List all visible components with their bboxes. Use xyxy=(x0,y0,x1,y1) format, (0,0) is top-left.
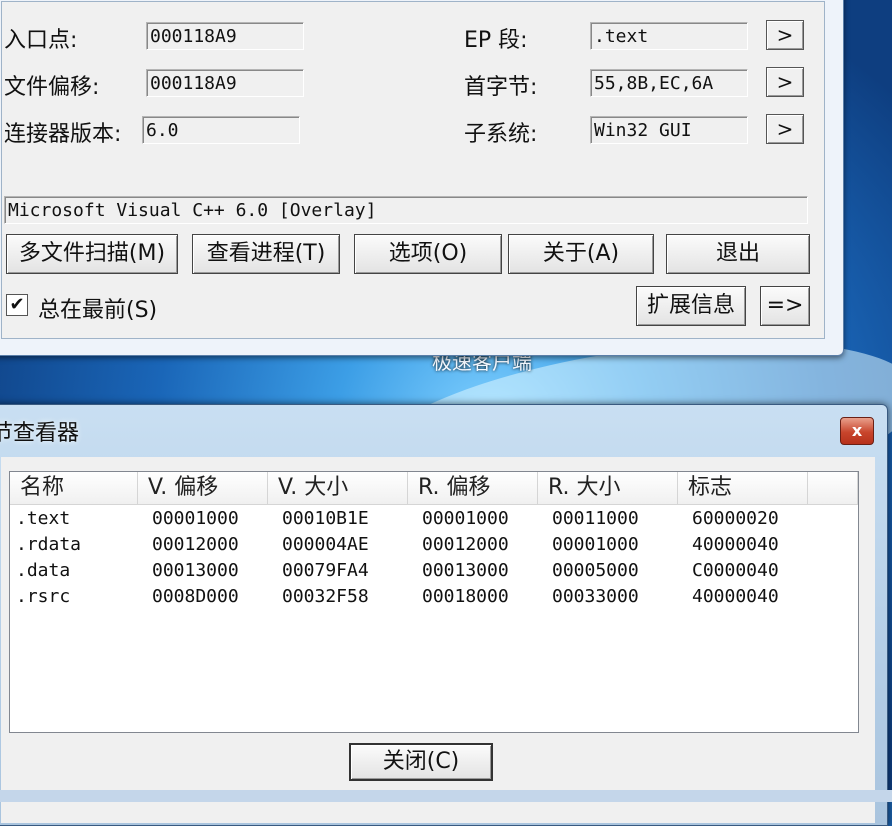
table-cell: 40000040 xyxy=(692,586,779,607)
linker-version-label: 连接器版本: xyxy=(4,122,122,147)
table-row[interactable]: .rsrc 0008D000 00032F58 00018000 0003300… xyxy=(10,584,858,610)
section-list-header: 名称 V. 偏移 V. 大小 R. 偏移 R. 大小 标志 xyxy=(10,472,858,505)
column-header-name[interactable]: 名称 xyxy=(10,472,138,504)
column-header-v-offset[interactable]: V. 偏移 xyxy=(138,472,268,504)
table-cell: 00001000 xyxy=(422,508,509,529)
table-row[interactable]: .data 00013000 00079FA4 00013000 0000500… xyxy=(10,558,858,584)
extended-info-button[interactable]: 扩展信息 xyxy=(636,286,746,326)
main-window: 入口点: 000118A9 文件偏移: 000118A9 连接器版本: 6.0 … xyxy=(0,0,844,356)
table-cell: .rdata xyxy=(16,534,82,555)
section-list[interactable]: 名称 V. 偏移 V. 大小 R. 偏移 R. 大小 标志 .text 0000… xyxy=(9,471,859,733)
column-header-v-size[interactable]: V. 大小 xyxy=(268,472,408,504)
table-cell: 00005000 xyxy=(552,560,639,581)
always-on-top-checkbox[interactable]: ✔ xyxy=(6,294,28,316)
table-cell: 00032F58 xyxy=(282,586,369,607)
table-row[interactable]: .rdata 00012000 000004AE 00012000 000010… xyxy=(10,532,858,558)
table-cell: 000004AE xyxy=(282,534,369,555)
column-header-filler xyxy=(808,472,858,504)
section-viewer-client: 名称 V. 偏移 V. 大小 R. 偏移 R. 大小 标志 .text 0000… xyxy=(1,457,875,823)
table-cell: 00018000 xyxy=(422,586,509,607)
ep-section-label: EP 段: xyxy=(464,28,528,53)
linker-version-field[interactable]: 6.0 xyxy=(142,116,300,144)
table-cell: 00011000 xyxy=(552,508,639,529)
table-cell: C0000040 xyxy=(692,560,779,581)
ep-section-arrow-button[interactable]: > xyxy=(766,20,804,50)
table-cell: 00013000 xyxy=(422,560,509,581)
column-header-r-size[interactable]: R. 大小 xyxy=(538,472,678,504)
file-offset-field[interactable]: 000118A9 xyxy=(146,69,304,97)
table-cell: 00001000 xyxy=(152,508,239,529)
column-header-r-offset[interactable]: R. 偏移 xyxy=(408,472,538,504)
table-cell: 40000040 xyxy=(692,534,779,555)
window-close-icon[interactable]: x xyxy=(840,417,874,445)
table-cell: 60000020 xyxy=(692,508,779,529)
table-cell: 00033000 xyxy=(552,586,639,607)
subsystem-arrow-button[interactable]: > xyxy=(766,114,804,144)
table-cell: 00010B1E xyxy=(282,508,369,529)
exit-button[interactable]: 退出 xyxy=(666,234,810,274)
detection-result-field[interactable]: Microsoft Visual C++ 6.0 [Overlay] xyxy=(4,196,808,224)
subsystem-label: 子系统: xyxy=(464,122,538,147)
table-cell: 00001000 xyxy=(552,534,639,555)
entry-point-field[interactable]: 000118A9 xyxy=(146,22,304,50)
always-on-top-label: 总在最前(S) xyxy=(38,298,158,323)
main-client-area: 入口点: 000118A9 文件偏移: 000118A9 连接器版本: 6.0 … xyxy=(1,1,825,339)
multi-file-scan-button[interactable]: 多文件扫描(M) xyxy=(6,234,178,274)
view-process-button[interactable]: 查看进程(T) xyxy=(192,234,340,274)
file-offset-label: 文件偏移: xyxy=(4,75,100,100)
table-cell: .text xyxy=(16,508,71,529)
section-viewer-title: 节查看器 xyxy=(0,421,80,446)
table-cell: 00012000 xyxy=(422,534,509,555)
table-cell: .data xyxy=(16,560,71,581)
entry-point-label: 入口点: xyxy=(4,28,78,53)
subsystem-field[interactable]: Win32 GUI xyxy=(590,116,748,144)
table-row[interactable]: .text 00001000 00010B1E 00001000 0001100… xyxy=(10,506,858,532)
table-cell: 00079FA4 xyxy=(282,560,369,581)
table-cell: 0008D000 xyxy=(152,586,239,607)
about-button[interactable]: 关于(A) xyxy=(508,234,654,274)
options-button[interactable]: 选项(O) xyxy=(354,234,502,274)
first-bytes-label: 首字节: xyxy=(464,75,538,100)
table-cell: .rsrc xyxy=(16,586,71,607)
table-cell: 00013000 xyxy=(152,560,239,581)
section-viewer-window: 节查看器 x 名称 V. 偏移 V. 大小 R. 偏移 R. 大小 标志 .te… xyxy=(0,404,888,826)
first-bytes-arrow-button[interactable]: > xyxy=(766,67,804,97)
first-bytes-field[interactable]: 55,8B,EC,6A xyxy=(590,69,748,97)
taskbar-edge xyxy=(0,790,892,802)
close-button[interactable]: 关闭(C) xyxy=(349,743,493,781)
column-header-flags[interactable]: 标志 xyxy=(678,472,808,504)
more-arrow-button[interactable]: => xyxy=(760,286,810,326)
table-cell: 00012000 xyxy=(152,534,239,555)
ep-section-field[interactable]: .text xyxy=(590,22,748,50)
